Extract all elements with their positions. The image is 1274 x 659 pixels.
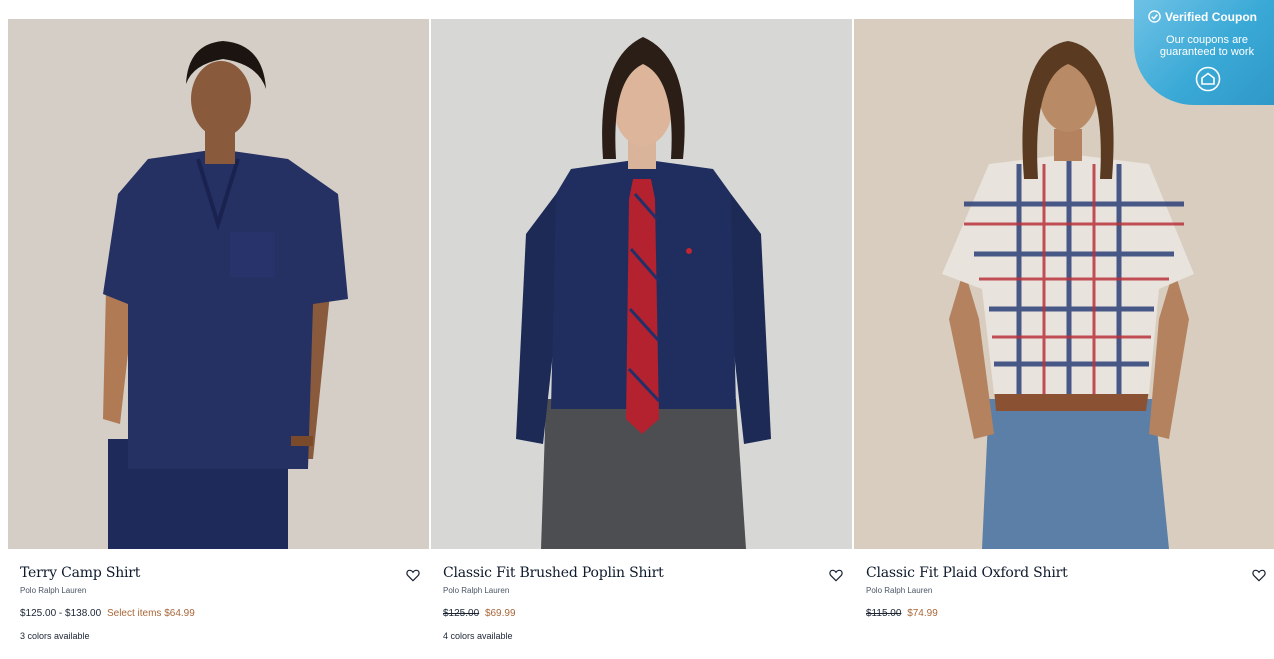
product-title[interactable]: Classic Fit Plaid Oxford Shirt [866, 565, 1068, 581]
product-brand: Polo Ralph Lauren [20, 586, 87, 595]
product-title[interactable]: Terry Camp Shirt [20, 565, 140, 581]
coupon-heading: Verified Coupon [1148, 10, 1257, 26]
product-card[interactable]: Terry Camp Shirt Polo Ralph Lauren $125.… [8, 19, 429, 659]
product-brand: Polo Ralph Lauren [443, 586, 510, 595]
product-card[interactable]: Classic Fit Brushed Poplin Shirt Polo Ra… [431, 19, 852, 659]
sale-price: $69.99 [484, 608, 516, 619]
colors-available[interactable]: 4 colors available [443, 631, 513, 641]
original-price: $125.00 [443, 608, 480, 619]
product-title[interactable]: Classic Fit Brushed Poplin Shirt [443, 565, 664, 581]
sale-price: $74.99 [907, 608, 938, 619]
wishlist-heart-icon[interactable] [1251, 567, 1267, 583]
wishlist-heart-icon[interactable] [405, 567, 421, 583]
product-card[interactable]: Classic Fit Plaid Oxford Shirt Polo Ralp… [854, 19, 1274, 659]
sale-label: Select items $64.99 [106, 608, 195, 619]
coupon-title: Verified Coupon [1165, 10, 1258, 24]
product-image[interactable] [431, 19, 852, 549]
verified-coupon-badge[interactable]: Verified Coupon Our coupons are guarante… [1134, 0, 1274, 105]
original-price: $115.00 [866, 608, 902, 619]
price-range: $125.00 - $138.00 [20, 608, 102, 619]
colors-available[interactable]: 3 colors available [20, 631, 90, 641]
coupon-subtitle: Our coupons are guaranteed to work [1159, 34, 1255, 58]
coupon-logo-icon[interactable] [1195, 66, 1221, 97]
product-image[interactable] [8, 19, 429, 549]
product-price: $125.00 $69.99 [443, 608, 516, 619]
product-brand: Polo Ralph Lauren [866, 586, 933, 595]
product-grid: Terry Camp Shirt Polo Ralph Lauren $125.… [8, 19, 1274, 659]
check-circle-icon [1148, 10, 1161, 26]
product-price: $115.00 $74.99 [866, 608, 938, 619]
product-price: $125.00 - $138.00 Select items $64.99 [20, 608, 195, 619]
wishlist-heart-icon[interactable] [828, 567, 844, 583]
